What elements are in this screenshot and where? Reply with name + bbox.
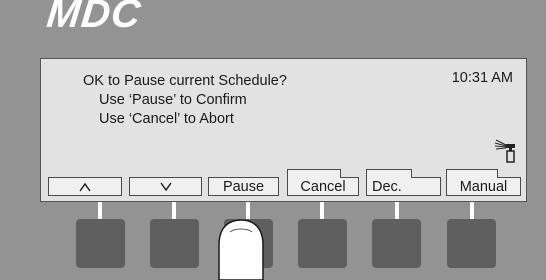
confirm-message-line-3: Use ‘Cancel’ to Abort [99, 111, 234, 127]
hardware-button-cancel[interactable] [298, 219, 347, 268]
lcd-screen: OK to Pause current Schedule? Use ‘Pause… [40, 58, 527, 202]
brand-logo: MDC [44, 0, 144, 36]
hardware-button-down[interactable] [150, 219, 199, 268]
button-connector [98, 202, 102, 220]
button-connector [246, 202, 250, 220]
confirm-message-line-1: OK to Pause current Schedule? [83, 73, 287, 89]
softkey-dec[interactable]: Dec. [366, 169, 441, 196]
clock-time: 10:31 AM [451, 70, 513, 86]
softkey-manual-label: Manual [459, 178, 508, 195]
button-connector [470, 202, 474, 220]
softkey-down[interactable] [129, 177, 202, 196]
arrow-up-icon [79, 182, 91, 191]
softkey-tab [446, 169, 498, 178]
softkey-up[interactable] [48, 177, 122, 196]
button-connector [395, 202, 399, 220]
hardware-button-up[interactable] [76, 219, 125, 268]
softkey-cancel[interactable]: Cancel [287, 169, 359, 196]
softkey-cancel-label: Cancel [300, 178, 346, 195]
confirm-message-line-2: Use ‘Pause’ to Confirm [99, 92, 247, 108]
finger-icon [218, 219, 264, 280]
softkey-dec-label: Dec. [372, 178, 402, 195]
hardware-button-manual[interactable] [447, 219, 496, 268]
arrow-down-icon [159, 182, 172, 191]
softkey-pause-label: Pause [222, 178, 265, 195]
softkey-tab [366, 169, 412, 178]
softkey-manual[interactable]: Manual [446, 169, 521, 196]
hardware-button-dec[interactable] [372, 219, 421, 268]
button-connector [172, 202, 176, 220]
button-connector [320, 202, 324, 220]
sprinkler-icon [494, 139, 515, 163]
softkey-pause[interactable]: Pause [208, 177, 279, 196]
softkey-tab [287, 169, 341, 178]
